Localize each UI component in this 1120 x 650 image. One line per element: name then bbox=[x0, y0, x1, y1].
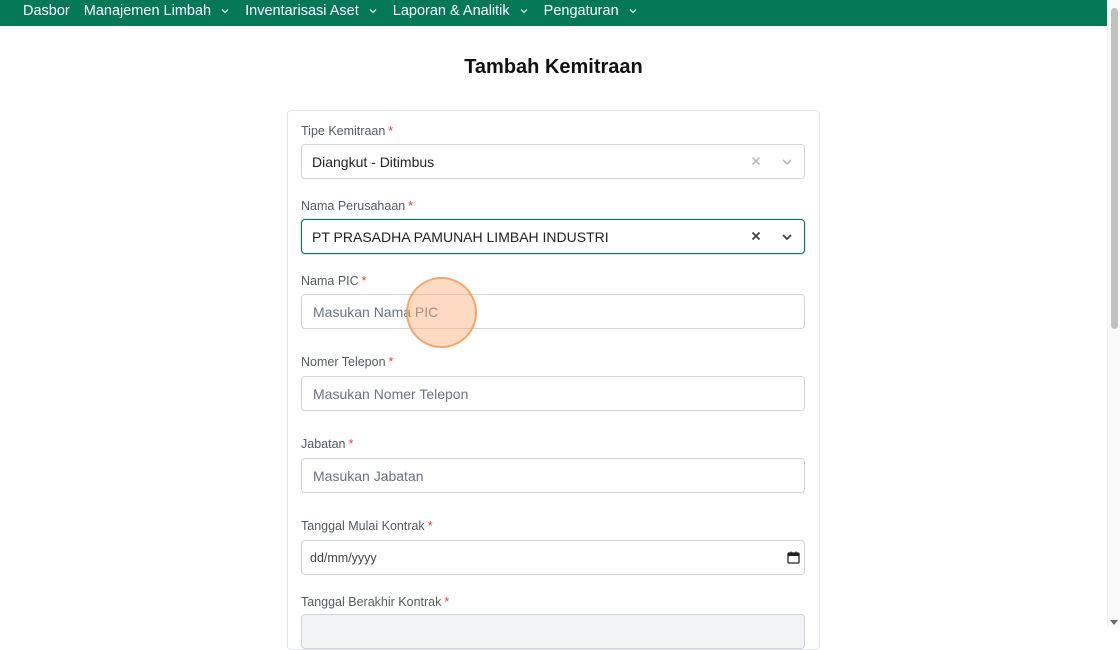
chevron-down-icon bbox=[369, 9, 377, 14]
required-mark: * bbox=[408, 199, 414, 213]
nav-item-inventarisasi-aset[interactable]: Inventarisasi Aset bbox=[245, 0, 379, 26]
label-text: Nomer Telepon bbox=[301, 355, 386, 369]
label-text: Nama PIC bbox=[301, 274, 359, 288]
scrollbar-thumb[interactable] bbox=[1111, 8, 1118, 329]
nav-item-label: Laporan & Analitik bbox=[392, 3, 510, 19]
page-title: Tambah Kemitraan bbox=[464, 56, 643, 78]
required-mark: * bbox=[388, 124, 394, 138]
chevron-down-icon[interactable] bbox=[780, 230, 794, 244]
nomer-telepon-label: Nomer Telepon * bbox=[301, 355, 393, 369]
label-text: Tipe Kemitraan bbox=[301, 124, 386, 138]
label-text: Tanggal Berakhir Kontrak bbox=[301, 595, 442, 609]
select-value: PT PRASADHA PAMUNAH LIMBAH INDUSTRI bbox=[312, 228, 609, 245]
required-mark: * bbox=[444, 595, 450, 609]
chevron-down-icon bbox=[629, 9, 637, 14]
tanggal-mulai-kontrak-label: Tanggal Mulai Kontrak * bbox=[301, 519, 433, 533]
jabatan-label: Jabatan * bbox=[301, 437, 353, 451]
nav-item-label: Pengaturan bbox=[543, 3, 619, 19]
required-mark: * bbox=[348, 437, 354, 451]
chevron-down-icon[interactable] bbox=[780, 155, 794, 169]
tanggal-berakhir-kontrak-label: Tanggal Berakhir Kontrak * bbox=[301, 595, 449, 609]
clear-icon[interactable] bbox=[749, 154, 763, 168]
nav-item-laporan-analitik[interactable]: Laporan & Analitik bbox=[393, 0, 530, 26]
nav-item-label: Dasbor bbox=[23, 3, 70, 19]
scroll-down-arrow-icon[interactable] bbox=[1110, 620, 1118, 625]
date-placeholder: dd/mm/yyyy bbox=[310, 550, 377, 565]
nama-perusahaan-select[interactable]: PT PRASADHA PAMUNAH LIMBAH INDUSTRI bbox=[301, 219, 805, 254]
nav-item-label: Inventarisasi Aset bbox=[245, 3, 359, 19]
calendar-icon[interactable] bbox=[787, 551, 800, 564]
nav-item-pengaturan[interactable]: Pengaturan bbox=[544, 0, 639, 26]
tanggal-mulai-kontrak-input[interactable]: dd/mm/yyyy bbox=[301, 540, 805, 575]
chevron-down-icon bbox=[221, 9, 229, 14]
nama-pic-input[interactable] bbox=[301, 294, 805, 329]
top-navbar: Dasbor Manajemen Limbah Inventarisasi As… bbox=[0, 0, 1107, 26]
select-value: Diangkut - Ditimbus bbox=[312, 153, 435, 170]
nav-item-label: Manajemen Limbah bbox=[83, 3, 212, 19]
tipe-kemitraan-select[interactable]: Diangkut - Ditimbus bbox=[301, 144, 805, 179]
required-mark: * bbox=[388, 355, 394, 369]
nomer-telepon-input[interactable] bbox=[301, 376, 805, 411]
tanggal-berakhir-kontrak-input bbox=[301, 614, 805, 649]
nama-pic-label: Nama PIC * bbox=[301, 274, 367, 288]
required-mark: * bbox=[361, 274, 367, 288]
nama-perusahaan-label: Nama Perusahaan * bbox=[301, 199, 413, 213]
jabatan-input[interactable] bbox=[301, 458, 805, 493]
page-scrollbar[interactable] bbox=[1107, 0, 1120, 627]
chevron-down-icon bbox=[520, 9, 528, 14]
required-mark: * bbox=[427, 519, 433, 533]
tipe-kemitraan-label: Tipe Kemitraan * bbox=[301, 124, 393, 138]
label-text: Jabatan bbox=[301, 437, 346, 451]
nav-item-dasbor[interactable]: Dasbor bbox=[23, 0, 70, 26]
label-text: Nama Perusahaan bbox=[301, 199, 406, 213]
clear-icon[interactable] bbox=[749, 229, 763, 243]
label-text: Tanggal Mulai Kontrak bbox=[301, 519, 425, 533]
nav-item-manajemen-limbah[interactable]: Manajemen Limbah bbox=[84, 0, 231, 26]
